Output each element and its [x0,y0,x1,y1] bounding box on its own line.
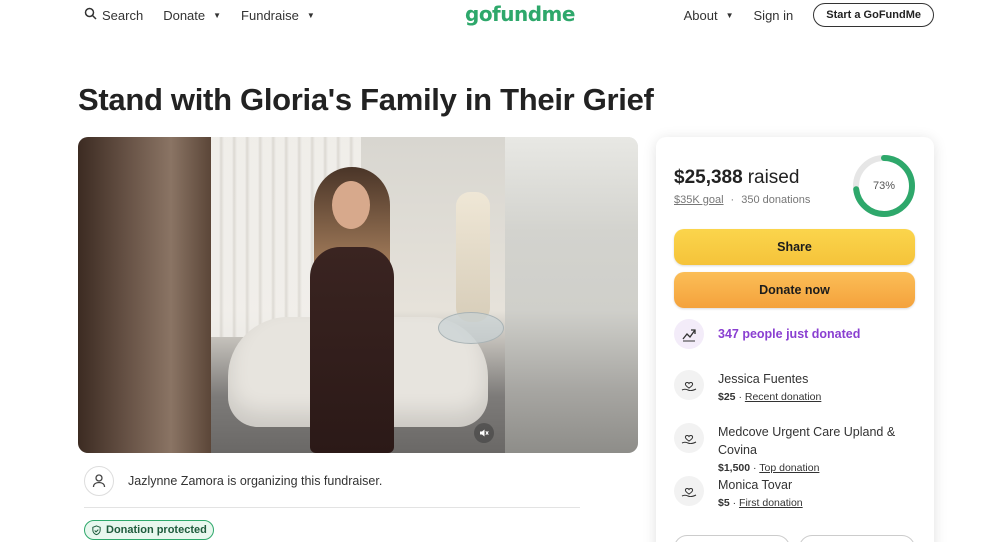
divider [84,507,580,508]
fundraise-menu[interactable]: Fundraise ▼ [241,8,315,23]
trending-up-icon [674,319,704,349]
share-button[interactable]: Share [674,229,915,265]
donation-protected-label: Donation protected [106,524,207,536]
gofundme-logo[interactable]: gofundme [465,2,575,26]
raised-word: raised [747,167,800,188]
caret-down-icon: ▼ [213,10,222,20]
donate-now-button[interactable]: Donate now [674,272,915,308]
mute-button[interactable] [474,423,494,443]
donor-item: Jessica Fuentes $25 · Recent donation [674,370,821,405]
user-icon [92,474,106,488]
progress-percent: 73% [872,180,896,192]
sign-in-link[interactable]: Sign in [754,8,794,23]
donor-tag-link[interactable]: First donation [739,497,803,509]
donor-item: Medcove Urgent Care Upland & Covina $1,5… [674,423,908,476]
donor-meta: $5 · First donation [718,497,803,509]
donor-amount: $25 [718,391,736,403]
shield-check-icon [92,524,101,535]
about-menu-label: About [683,7,718,23]
volume-mute-icon [480,429,489,437]
goal-link[interactable]: $35K goal [674,194,724,206]
donations-count: 350 donations [741,194,811,206]
donate-menu[interactable]: Donate ▼ [163,8,221,23]
donation-card: $25,388 raised $35K goal · 350 donations … [656,137,934,542]
heart-hand-icon [674,476,704,506]
hero-blur-left [78,137,211,453]
raised-amount: $25,388 raised [674,167,799,189]
donor-body: Monica Tovar $5 · First donation [718,476,803,511]
donor-name: Medcove Urgent Care Upland & Covina [718,425,896,457]
donor-name: Jessica Fuentes [718,372,809,386]
see-all-button[interactable] [674,535,790,542]
search-icon [84,7,97,23]
donor-tag-link[interactable]: Recent donation [745,391,821,403]
nav-right-group: About ▼ Sign in Start a GoFundMe [684,3,934,27]
separator-dot: · [730,194,735,206]
hero-person [300,167,404,453]
donor-body: Jessica Fuentes $25 · Recent donation [718,370,821,405]
donor-name: Monica Tovar [718,478,793,492]
donation-protected-badge[interactable]: Donation protected [84,520,214,540]
fundraise-menu-label: Fundraise [241,7,299,23]
organizer-text: Jazlynne Zamora is organizing this fundr… [128,474,383,488]
raised-value: $25,388 [674,167,743,188]
search-label: Search [102,7,144,23]
top-navigation: Search Donate ▼ Fundraise ▼ gofundme Abo… [0,0,1000,32]
heart-hand-icon [674,423,704,453]
goal-line: $35K goal · 350 donations [674,194,810,206]
page-title: Stand with Gloria's Family in Their Grie… [78,82,654,117]
start-gofundme-button[interactable]: Start a GoFundMe [813,3,934,27]
hero-person-face [332,181,370,229]
donor-meta: $1,500 · Top donation [718,462,820,474]
donor-amount: $1,500 [718,462,751,474]
caret-down-icon: ▼ [725,10,734,20]
organizer-avatar[interactable] [84,466,114,496]
donor-meta: $25 · Recent donation [718,391,822,403]
recent-donations-trend[interactable]: 347 people just donated [674,319,860,349]
caret-down-icon: ▼ [306,10,315,20]
hero-blur-right [505,137,638,453]
about-menu[interactable]: About ▼ [684,8,734,23]
organizer-row: Jazlynne Zamora is organizing this fundr… [84,466,382,496]
hero-lamp [456,192,490,322]
hero-image[interactable] [78,137,638,453]
heart-hand-icon [674,370,704,400]
trend-text: 347 people just donated [718,327,861,341]
hero-person-dress [310,247,394,453]
nav-left-group: Search Donate ▼ Fundraise ▼ [84,7,315,23]
donate-menu-label: Donate [163,7,206,23]
search-button[interactable]: Search [84,7,143,23]
see-top-button[interactable] [799,535,915,542]
hero-table [438,312,504,344]
donor-amount: $5 [718,497,730,509]
donor-body: Medcove Urgent Care Upland & Covina $1,5… [718,423,908,476]
donor-item: Monica Tovar $5 · First donation [674,476,803,511]
donor-tag-link[interactable]: Top donation [759,462,819,474]
